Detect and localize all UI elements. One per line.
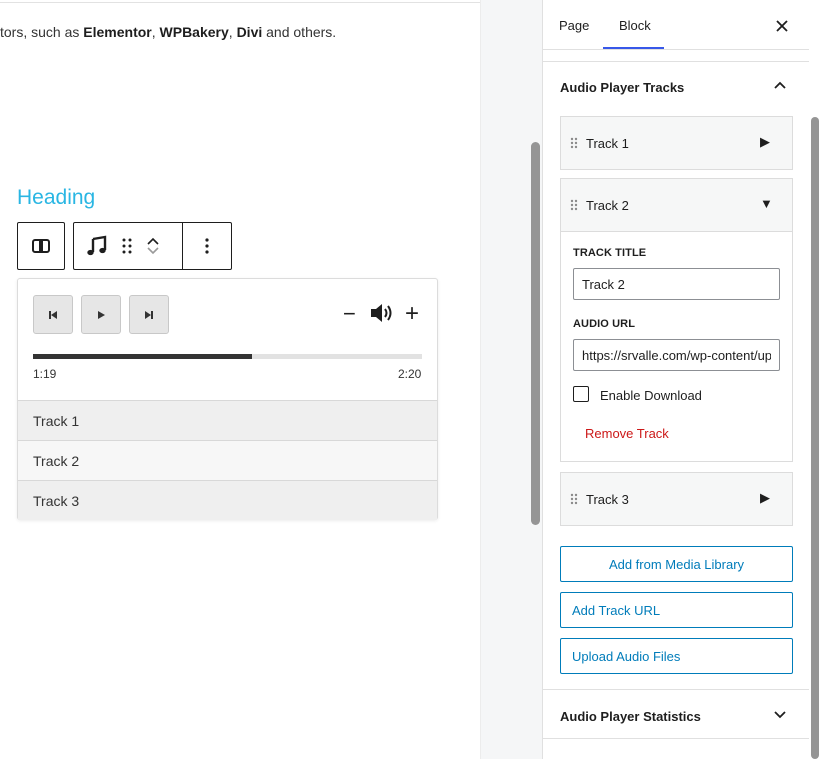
- statistics-panel[interactable]: Audio Player Statistics: [543, 689, 809, 739]
- drag-handle-icon[interactable]: [569, 199, 579, 211]
- chevron-down-icon[interactable]: [146, 246, 160, 256]
- sidebar-tabs: Page Block: [543, 0, 809, 50]
- block-parent-button[interactable]: [17, 222, 65, 270]
- track-title-label: Track title: [573, 247, 647, 259]
- previous-track-button[interactable]: [33, 295, 73, 334]
- skip-next-icon: [145, 310, 153, 319]
- track-card-title: Track 2: [586, 197, 629, 213]
- intro-bold-wpbakery: WPBakery: [159, 24, 229, 40]
- chevron-up-icon[interactable]: [773, 80, 787, 90]
- tab-block[interactable]: Block: [619, 18, 651, 33]
- enable-download-checkbox[interactable]: [573, 386, 589, 402]
- expand-arrow-icon[interactable]: ▶: [760, 135, 770, 149]
- track-list-item[interactable]: Track 3: [18, 480, 437, 520]
- progress-fill: [33, 354, 252, 359]
- music-note-icon[interactable]: [86, 235, 108, 257]
- statistics-panel-title: Audio Player Statistics: [560, 709, 701, 724]
- intro-paragraph[interactable]: tors, such as Elementor, WPBakery, Divi …: [0, 24, 336, 40]
- audio-url-input[interactable]: [573, 339, 780, 371]
- track-card-expanded: Track 2 ▼ Track title Audio URL Enable D…: [560, 178, 793, 462]
- intro-text-suffix: and others.: [262, 24, 337, 40]
- active-tab-indicator: [603, 47, 664, 49]
- track-card-header[interactable]: Track 1 ▶: [561, 117, 792, 169]
- track-card-header[interactable]: Track 3 ▶: [561, 473, 792, 525]
- track-list-item-label: Track 2: [33, 452, 80, 469]
- play-button[interactable]: [81, 295, 121, 334]
- track-list-item-label: Track 1: [33, 412, 80, 429]
- intro-text-prefix: tors, such as: [0, 24, 84, 40]
- drag-handle-icon[interactable]: [122, 238, 132, 254]
- track-card-title: Track 1: [586, 135, 629, 151]
- enable-download-label[interactable]: Enable Download: [600, 388, 702, 403]
- chevron-down-icon[interactable]: [773, 710, 787, 720]
- track-card-title: Track 3: [586, 491, 629, 507]
- intro-sep: ,: [151, 24, 160, 40]
- drag-handle-icon[interactable]: [569, 493, 579, 505]
- intro-sep: ,: [228, 24, 237, 40]
- editor-canvas: tors, such as Elementor, WPBakery, Divi …: [0, 0, 480, 759]
- audio-player: − + 1:19 2:20 Track 1 Track 2 Track 3: [17, 278, 438, 520]
- drag-handle-icon[interactable]: [569, 137, 579, 149]
- volume-up-button[interactable]: +: [405, 302, 419, 326]
- total-time: 2:20: [398, 367, 422, 381]
- volume-down-button[interactable]: −: [343, 303, 356, 325]
- track-list-item[interactable]: Track 1: [18, 400, 437, 440]
- track-card-header[interactable]: Track 2 ▼: [561, 179, 792, 231]
- canvas-scrollbar[interactable]: [531, 142, 540, 525]
- block-toolbar: [73, 222, 232, 270]
- settings-sidebar: Page Block Audio Player Tracks Track 1 ▶: [542, 0, 809, 759]
- upload-audio-files-button[interactable]: Upload Audio Files: [560, 638, 793, 674]
- track-settings: Track title Audio URL Enable Download Re…: [561, 231, 792, 461]
- block-options-button[interactable]: [183, 223, 231, 269]
- collapse-arrow-icon[interactable]: ▼: [760, 197, 773, 211]
- track-list: Track 1 Track 2 Track 3: [18, 400, 437, 520]
- current-time: 1:19: [33, 367, 57, 381]
- expand-arrow-icon[interactable]: ▶: [760, 491, 770, 505]
- block-mover: [146, 236, 160, 256]
- add-from-media-library-button[interactable]: Add from Media Library: [560, 546, 793, 582]
- chevron-up-icon[interactable]: [146, 236, 160, 246]
- track-card: Track 3 ▶: [560, 472, 793, 526]
- skip-previous-icon: [49, 310, 57, 319]
- track-list-item[interactable]: Track 2: [18, 440, 437, 480]
- close-icon[interactable]: [776, 20, 788, 32]
- track-title-input[interactable]: [573, 268, 780, 300]
- intro-bold-elementor: Elementor: [83, 24, 152, 40]
- volume-icon[interactable]: [369, 302, 395, 324]
- sidebar-scrollbar[interactable]: [811, 117, 819, 759]
- columns-icon: [32, 239, 50, 253]
- heading-block[interactable]: Heading: [17, 186, 95, 210]
- intro-bold-divi: Divi: [236, 24, 263, 40]
- add-track-url-button[interactable]: Add Track URL: [560, 592, 793, 628]
- sidebar-spacer: [543, 50, 809, 62]
- block-type-group: [74, 223, 183, 269]
- tab-page[interactable]: Page: [559, 18, 589, 33]
- track-card: Track 1 ▶: [560, 116, 793, 170]
- remove-track-link[interactable]: Remove Track: [585, 426, 669, 441]
- tracks-panel-title[interactable]: Audio Player Tracks: [560, 80, 684, 95]
- play-icon: [98, 310, 105, 319]
- more-vertical-icon: [205, 238, 209, 254]
- progress-bar[interactable]: [33, 354, 422, 359]
- audio-url-label: Audio URL: [573, 318, 636, 330]
- canvas-top-divider: [0, 2, 480, 3]
- next-track-button[interactable]: [129, 295, 169, 334]
- track-list-item-label: Track 3: [33, 492, 80, 509]
